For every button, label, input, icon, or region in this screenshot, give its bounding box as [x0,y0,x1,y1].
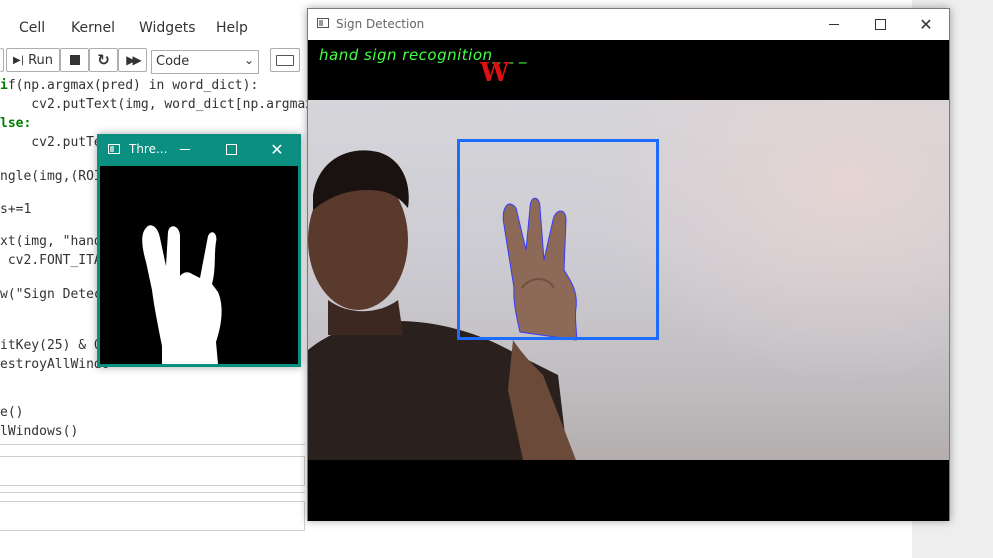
close-button[interactable]: ✕ [254,134,300,165]
cell-divider [0,492,305,493]
code-line-13: e() [0,405,24,420]
empty-cell[interactable] [0,501,305,531]
cell-divider [0,444,305,445]
code-line-10: itKey(25) & 0 [0,338,102,353]
maximize-icon [225,144,237,155]
code-line-6: s+=1 [0,202,32,217]
command-palette-button[interactable] [270,48,300,72]
toolbar-edge [0,48,4,72]
run-all-button[interactable]: ▶▶ [118,48,147,72]
menu-cell[interactable]: Cell [19,20,45,36]
code-line-5: ngle(img,(ROI [0,169,102,184]
close-icon: ✕ [919,14,933,34]
interrupt-button[interactable] [60,48,89,72]
predicted-letter: W [480,58,510,88]
code-line-2: cv2.putText(img, word_dict[np.argmax( [0,97,321,112]
code-line-7: xt(img, "hand [0,234,102,249]
sign-detection-title: Sign Detection [336,17,425,31]
minimize-button[interactable] [811,9,857,39]
minimize-icon [180,149,190,150]
close-button[interactable]: ✕ [903,9,949,39]
sign-detection-titlebar[interactable]: Sign Detection ✕ [308,9,949,39]
code-line-14: lWindows() [0,424,79,439]
keyboard-icon [276,54,294,66]
close-icon: ✕ [270,140,284,159]
maximize-icon [874,18,886,30]
maximize-button[interactable] [208,134,254,165]
code-line-11: estroyAllWindo [0,357,110,372]
menu-kernel[interactable]: Kernel [71,20,115,36]
run-label: Run [28,52,53,68]
chevron-down-icon: ⌄ [243,53,254,67]
webcam-feed [308,100,949,460]
menu-widgets[interactable]: Widgets [139,20,196,36]
roi-rectangle [457,139,659,340]
code-line-3: lse: [0,116,32,131]
window-app-icon [317,18,329,28]
code-line-9: w("Sign Detec [0,287,102,302]
minimize-icon [829,23,839,25]
restart-button[interactable]: ↻ [89,48,118,72]
stop-icon [69,55,80,65]
threshold-image [100,166,298,364]
restart-icon: ↻ [97,51,110,69]
code-line-4: cv2.putTex [0,135,110,150]
cell-type-value: Code [156,54,190,69]
minimize-button[interactable] [162,134,208,165]
play-icon: ▶| [13,54,25,66]
maximize-button[interactable] [857,9,903,39]
empty-cell[interactable] [0,456,305,486]
run-button[interactable]: ▶| Run [6,48,60,72]
menu-help[interactable]: Help [216,20,248,36]
code-line-8: cv2.FONT_ITA [0,253,102,268]
hand-mask-image [142,225,222,364]
fast-forward-icon: ▶▶ [126,53,142,67]
sign-detection-window[interactable]: Sign Detection ✕ hand sign recognition_ … [307,8,950,521]
threshold-window[interactable]: Thre... ✕ [97,134,301,367]
threshold-titlebar[interactable]: Thre... ✕ [97,134,301,165]
cell-type-select[interactable]: Code ⌄ [151,50,259,74]
camera-frame: hand sign recognition_ _ _ W [308,40,949,521]
code-line-1: if(np.argmax(pred) in word_dict): [0,78,259,93]
window-app-icon [108,144,120,154]
